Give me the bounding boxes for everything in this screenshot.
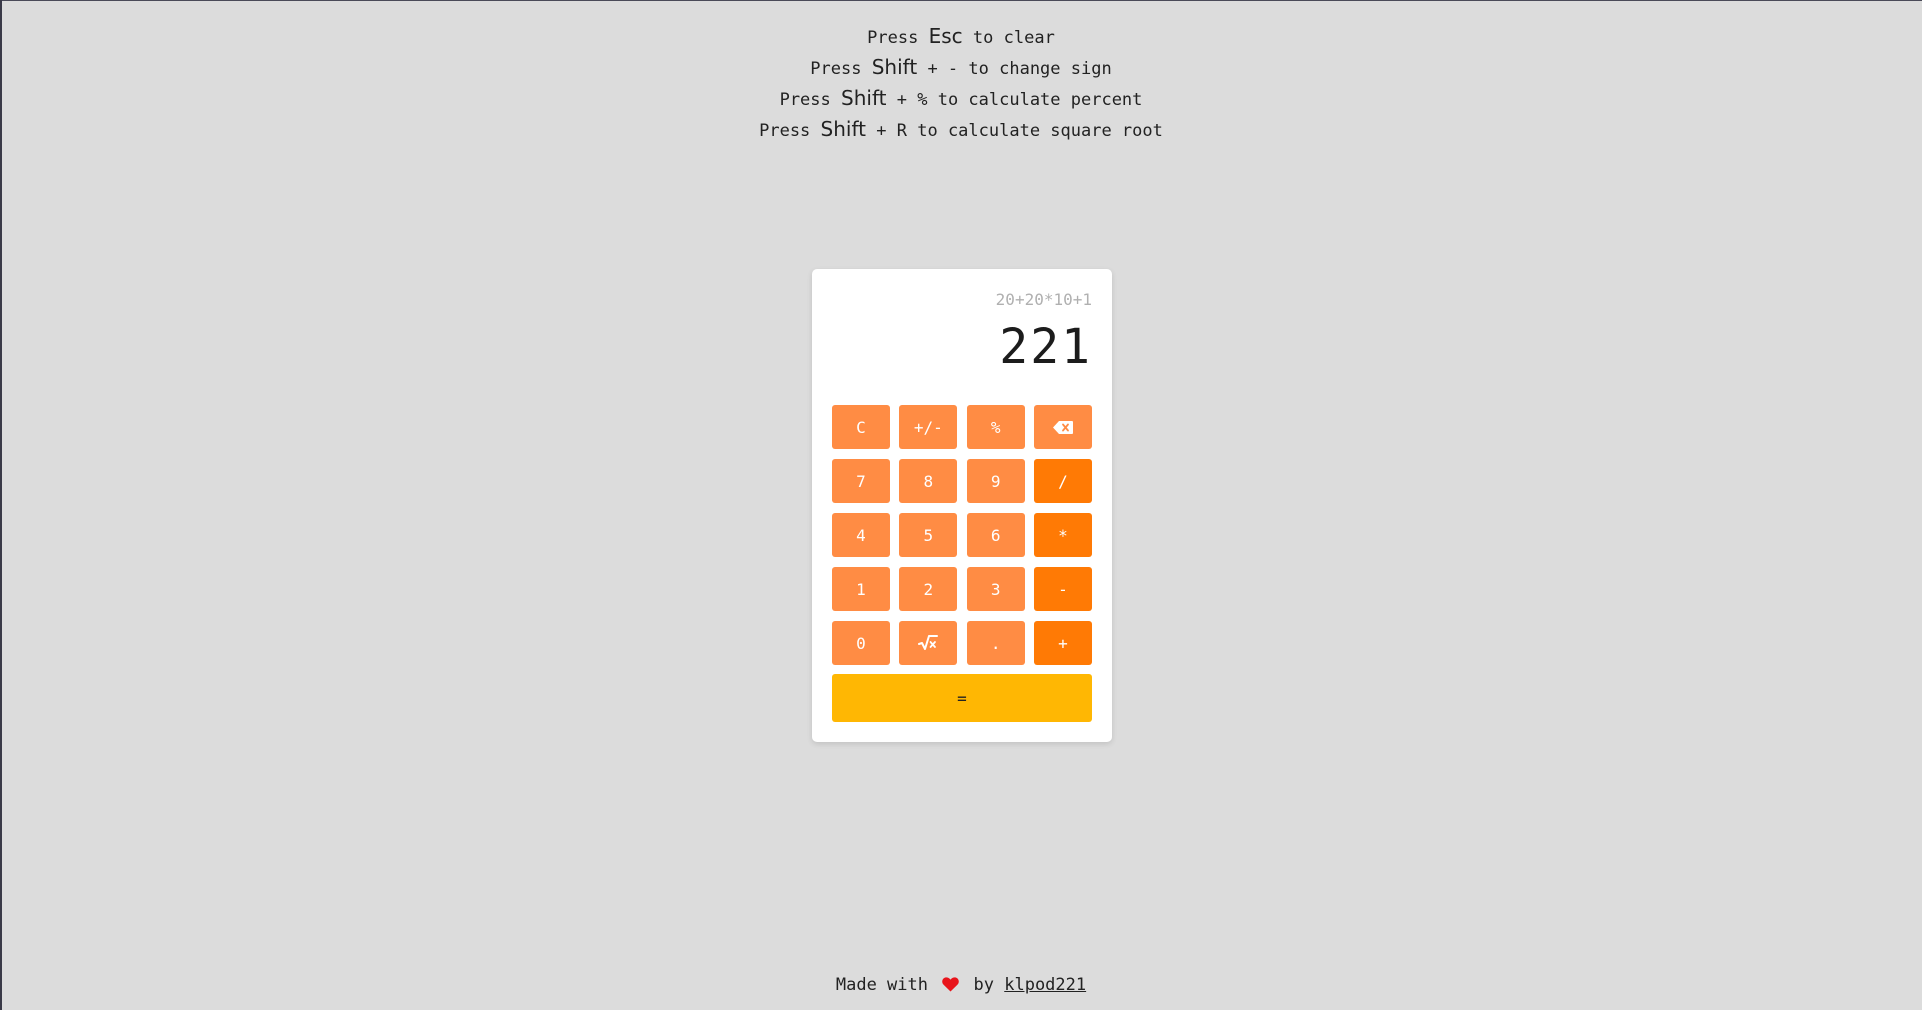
- digit-9-button[interactable]: 9: [966, 459, 1025, 503]
- keyboard-instructions: Press Esc to clear Press Shift + - to ch…: [0, 22, 1922, 146]
- digit-3-button[interactable]: 3: [966, 567, 1025, 611]
- key-shift: Shift: [820, 117, 867, 141]
- sign-button[interactable]: +/-: [899, 405, 958, 449]
- multiply-button[interactable]: *: [1033, 513, 1092, 557]
- clear-button[interactable]: C: [832, 405, 890, 449]
- key-esc: Esc: [928, 24, 963, 48]
- key-shift: Shift: [871, 55, 918, 79]
- equals-button[interactable]: =: [832, 674, 1092, 722]
- footer-made-with: Made with: [835, 975, 928, 995]
- digit-2-button[interactable]: 2: [899, 567, 958, 611]
- calculator: 20+20*10+1 221 C +/- % 7 8 9 / 4 5 6 * 1…: [812, 269, 1112, 742]
- digit-0-button[interactable]: 0: [832, 621, 890, 665]
- backspace-button[interactable]: [1033, 405, 1092, 449]
- heart-icon: [942, 977, 960, 992]
- footer: Made with by klpod221: [0, 975, 1922, 995]
- footer-by: by: [973, 975, 994, 995]
- digit-4-button[interactable]: 4: [832, 513, 890, 557]
- digit-6-button[interactable]: 6: [966, 513, 1025, 557]
- sqrt-button[interactable]: [899, 621, 958, 665]
- decimal-button[interactable]: .: [966, 621, 1025, 665]
- instruction-clear: Press Esc to clear: [867, 24, 1055, 48]
- instruction-sign: Press Shift + - to change sign: [810, 55, 1112, 79]
- percent-button[interactable]: %: [966, 405, 1025, 449]
- square-root-icon: [918, 635, 939, 650]
- instruction-sqrt: Press Shift + R to calculate square root: [759, 117, 1163, 141]
- instruction-percent: Press Shift + % to calculate percent: [779, 86, 1143, 110]
- digit-1-button[interactable]: 1: [832, 567, 890, 611]
- minus-button[interactable]: -: [1033, 567, 1092, 611]
- plus-button[interactable]: +: [1033, 621, 1092, 665]
- backspace-icon: [1052, 420, 1073, 434]
- digit-7-button[interactable]: 7: [832, 459, 890, 503]
- divide-button[interactable]: /: [1033, 459, 1092, 503]
- digit-8-button[interactable]: 8: [899, 459, 958, 503]
- expression-display: 20+20*10+1: [995, 290, 1092, 309]
- top-border: [0, 0, 1922, 1]
- left-border: [0, 0, 2, 1010]
- author-link[interactable]: klpod221: [1004, 975, 1086, 995]
- key-shift: Shift: [841, 86, 887, 110]
- result-display: 221: [999, 319, 1092, 375]
- digit-5-button[interactable]: 5: [899, 513, 958, 557]
- keypad: C +/- % 7 8 9 / 4 5 6 * 1 2 3 - 0 . +: [832, 405, 1092, 665]
